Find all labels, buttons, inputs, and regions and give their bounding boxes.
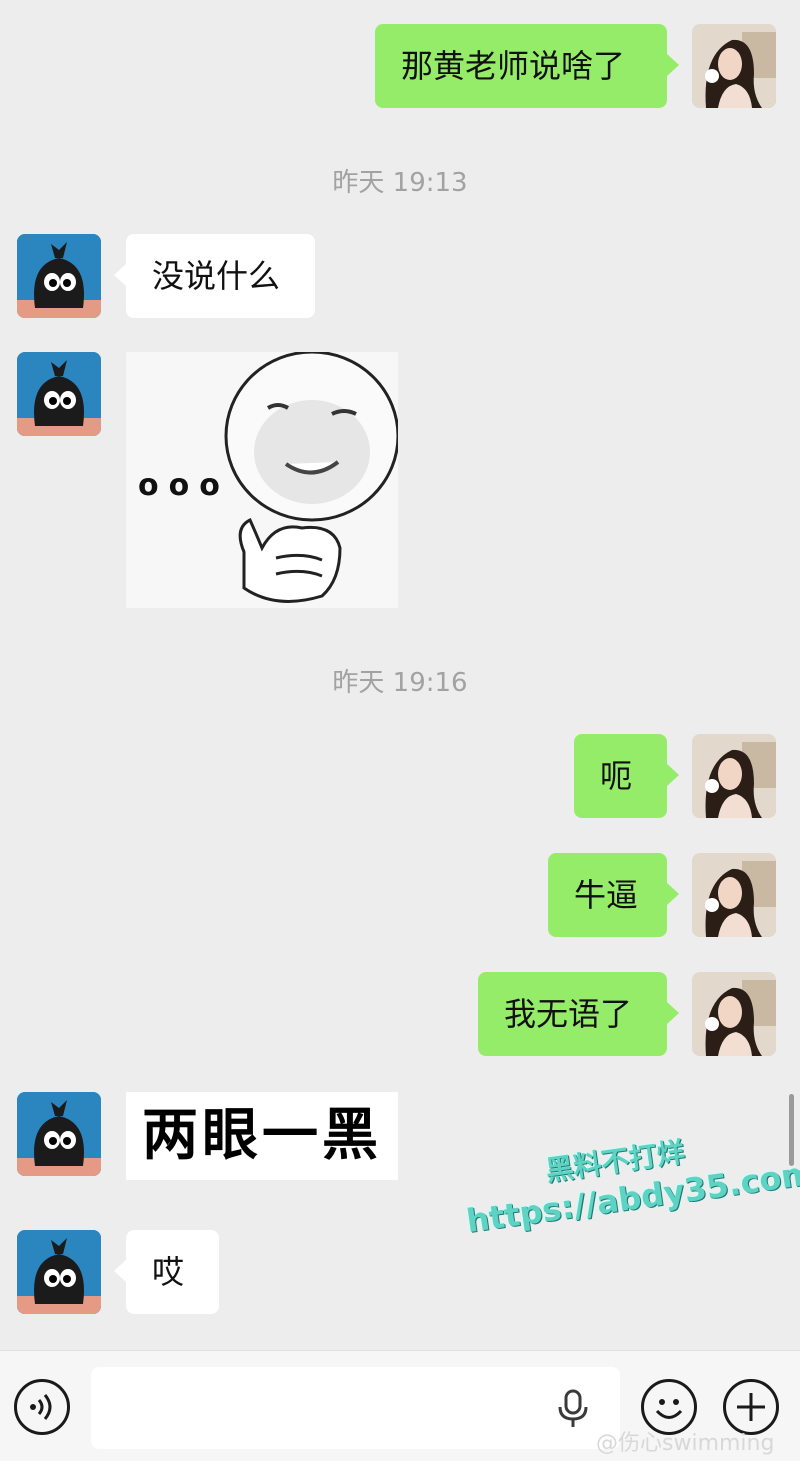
message-bubble-sent[interactable]: 那黄老师说啥了 <box>375 24 679 108</box>
sticker-thinking-face[interactable]: ooo <box>126 352 398 608</box>
message-row: 我无语了 <box>0 972 800 1056</box>
voice-toggle-icon <box>30 1394 52 1420</box>
message-row: 牛逼 <box>0 853 800 937</box>
contact-avatar[interactable] <box>17 1092 101 1176</box>
my-avatar[interactable] <box>692 24 776 108</box>
weibo-credit: @伤心swimming <box>596 1431 775 1456</box>
message-row: 哎 <box>0 1230 800 1314</box>
thinking-dots: ooo <box>138 468 230 503</box>
sticker-text[interactable]: 两眼一黑 <box>126 1092 398 1180</box>
message-row: 那黄老师说啥了 <box>0 24 800 108</box>
message-bubble-received[interactable]: 没说什么 <box>114 234 315 318</box>
timestamp: 昨天 19:13 <box>332 168 468 198</box>
message-row: ooo <box>0 352 800 608</box>
my-avatar[interactable] <box>692 972 776 1056</box>
contact-avatar[interactable] <box>17 352 101 436</box>
voice-toggle-button[interactable] <box>14 1379 70 1435</box>
message-row: 呃 <box>0 734 800 818</box>
message-bubble-sent[interactable]: 牛逼 <box>548 853 679 937</box>
message-bubble-sent[interactable]: 我无语了 <box>478 972 679 1056</box>
scrollbar[interactable] <box>789 1094 794 1166</box>
my-avatar[interactable] <box>692 734 776 818</box>
my-avatar[interactable] <box>692 853 776 937</box>
microphone-icon[interactable] <box>556 1389 590 1429</box>
contact-avatar[interactable] <box>17 1230 101 1314</box>
chat-area[interactable]: 那黄老师说啥了 昨天 19:13 没说什么 ooo 昨天 19:16 呃 牛逼 … <box>0 0 800 1350</box>
message-bubble-sent[interactable]: 呃 <box>574 734 679 818</box>
message-row: 没说什么 <box>0 234 800 318</box>
message-input[interactable] <box>91 1367 620 1449</box>
message-bubble-received[interactable]: 哎 <box>114 1230 219 1314</box>
contact-avatar[interactable] <box>17 234 101 318</box>
timestamp: 昨天 19:16 <box>332 668 468 698</box>
